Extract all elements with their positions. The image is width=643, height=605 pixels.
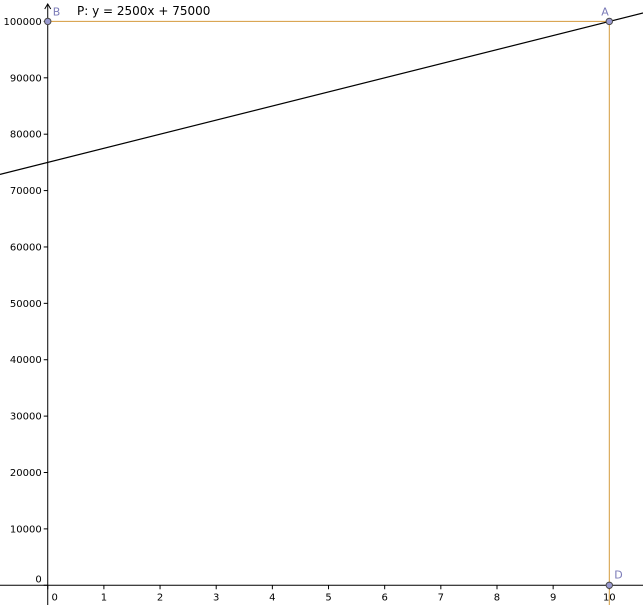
equation-label: P: y = 2500x + 75000: [77, 4, 210, 18]
x-tick-label: 5: [325, 592, 331, 603]
y-ticks: 0 10000 20000 30000 40000 50000 60000 70000 8000…: [4, 17, 48, 586]
point-label-a: A: [601, 5, 609, 18]
y-tick-label: 0: [35, 574, 41, 585]
y-tick-label: 20000: [10, 468, 42, 479]
y-tick-label: 60000: [10, 242, 42, 253]
x-tick-label: 0: [52, 592, 58, 603]
point-label-b: B: [53, 5, 61, 18]
x-tick-label: 7: [438, 592, 444, 603]
point-label-d: D: [614, 568, 622, 581]
y-tick-label: 90000: [10, 73, 42, 84]
point-d[interactable]: [605, 581, 614, 589]
y-tick-label: 100000: [4, 17, 42, 28]
series-line-p: [0, 12, 643, 175]
x-tick-label: 8: [494, 592, 500, 603]
point-a[interactable]: [605, 17, 614, 26]
y-tick-label: 80000: [10, 130, 42, 141]
x-tick-label: 6: [381, 592, 387, 603]
guide-lines: [47, 20, 610, 605]
y-tick-label: 30000: [10, 412, 42, 423]
chart: 0 1 2 3 4 5 6 7 8 9 10 0 10000 20000 30000 40000 50000 6…: [0, 3, 643, 605]
x-tick-label: 9: [550, 592, 556, 603]
x-ticks: 0 1 2 3 4 5 6 7 8 9 10: [47, 585, 616, 603]
point-b[interactable]: [44, 17, 52, 26]
x-tick-label: 2: [157, 592, 163, 603]
y-tick-label: 70000: [10, 186, 42, 197]
x-tick-label: 1: [101, 592, 107, 603]
y-tick-label: 50000: [10, 299, 42, 310]
x-tick-label: 3: [213, 592, 219, 603]
x-tick-label: 4: [269, 592, 275, 603]
y-tick-label: 10000: [10, 524, 42, 535]
y-tick-label: 40000: [10, 355, 42, 366]
x-tick-label: 10: [603, 592, 616, 603]
points: A B D: [44, 5, 623, 589]
